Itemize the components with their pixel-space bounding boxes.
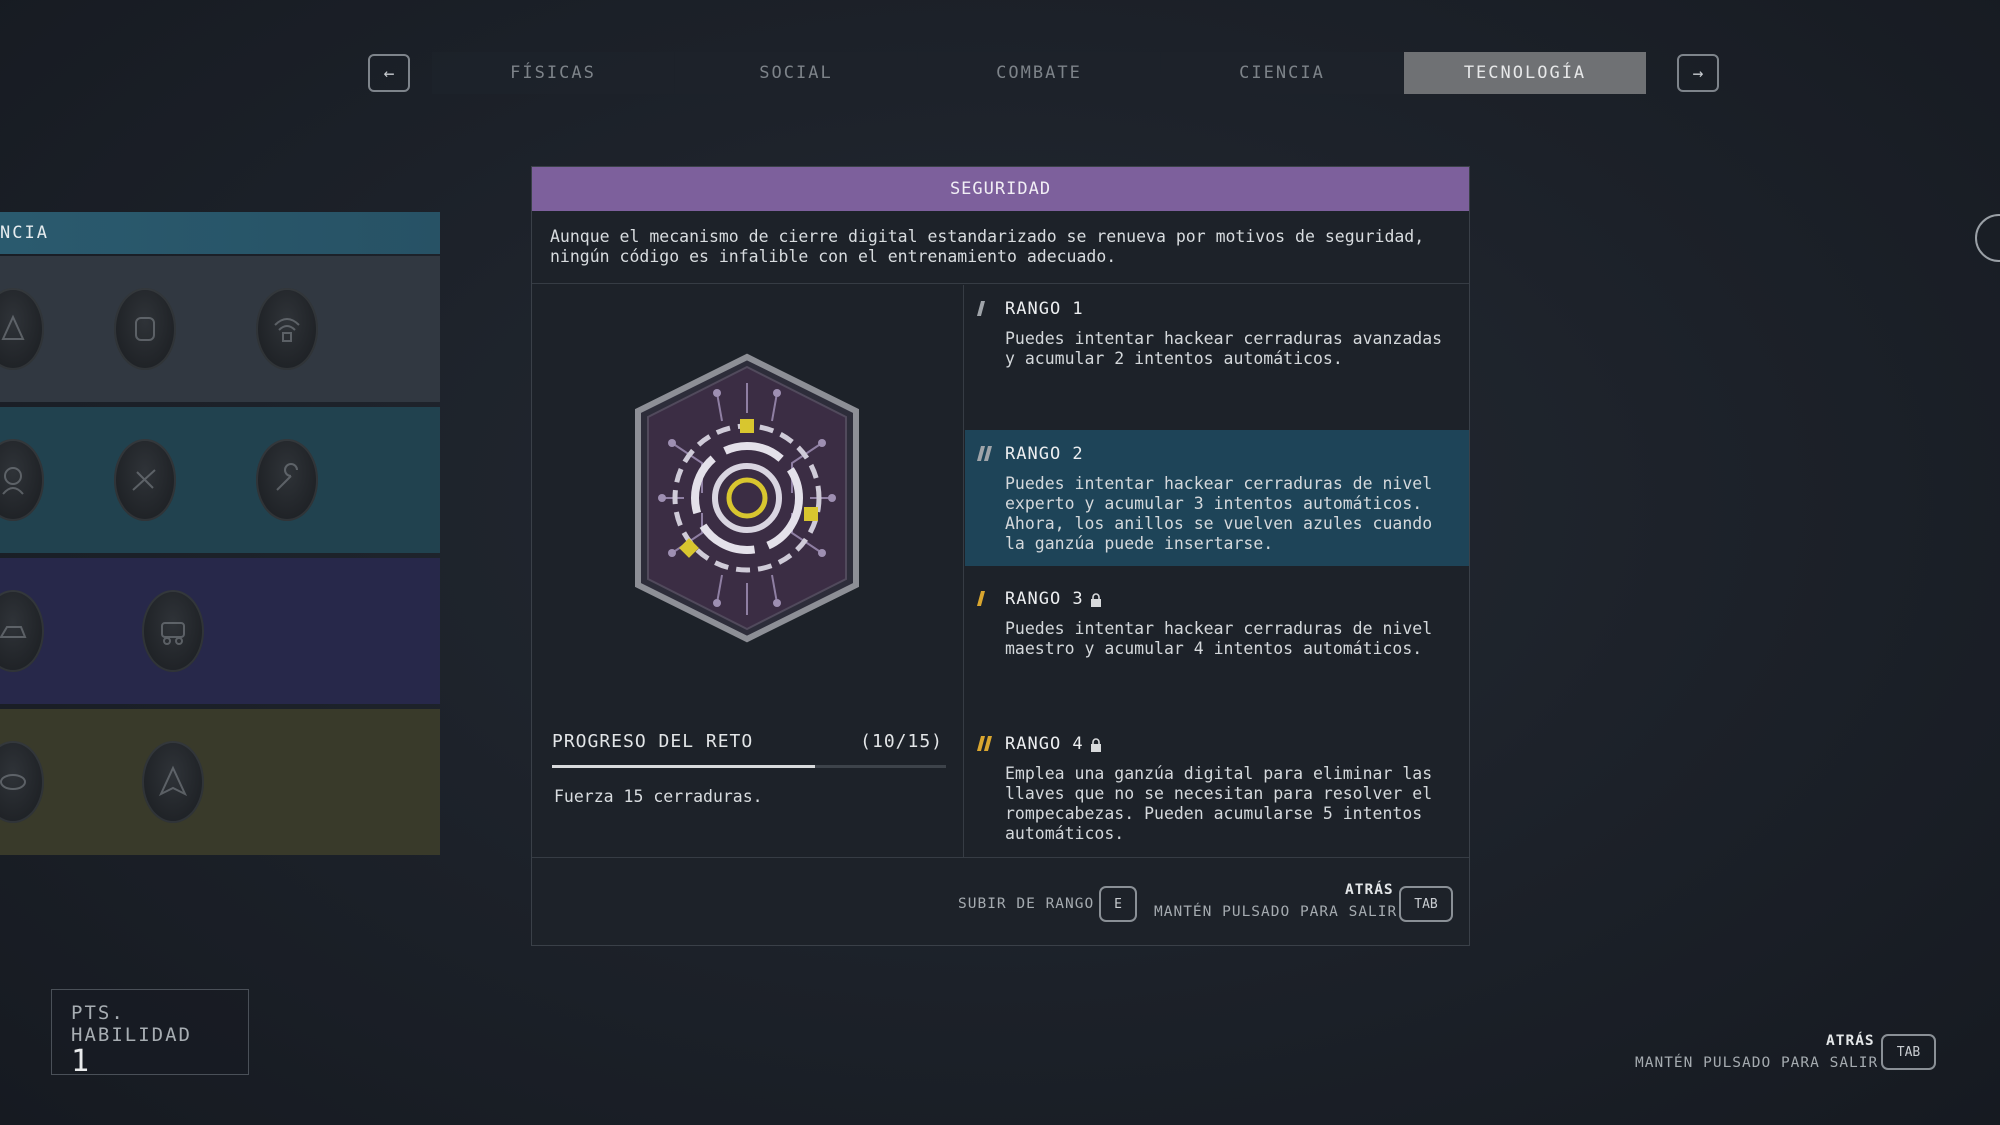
- ship-icon: [158, 765, 188, 797]
- skill-points-value: 1: [71, 1044, 90, 1079]
- skill-points-box: PTS. HABILIDAD 1: [51, 989, 249, 1079]
- skill-badge[interactable]: [256, 439, 318, 521]
- skill-points-label: PTS. HABILIDAD: [71, 1002, 192, 1046]
- helmet-icon: [135, 317, 155, 341]
- key-label: E: [1114, 896, 1122, 912]
- skill-badge[interactable]: [0, 439, 44, 521]
- challenge-count: (10/15): [860, 731, 943, 752]
- skill-title: SEGURIDAD: [949, 179, 1052, 199]
- rank-description: Emplea una ganzúa digital para eliminar …: [1005, 764, 1433, 843]
- skill-badge[interactable]: [0, 741, 44, 823]
- rank-description: Puedes intentar hackear cerraduras avanz…: [1005, 329, 1443, 368]
- rank-3-item[interactable]: RANGO 3 Puedes intentar hackear cerradur…: [965, 575, 1469, 720]
- arrow-right-icon: →: [1692, 62, 1704, 84]
- prev-category-button[interactable]: ←: [368, 54, 410, 92]
- rank-marker-icon: [976, 591, 986, 607]
- skill-badge[interactable]: [114, 288, 176, 370]
- vehicle-icon: [0, 626, 27, 638]
- tab-label: SOCIAL: [759, 63, 833, 83]
- skill-detail-panel: SEGURIDAD Aunque el mecanismo de cierre …: [531, 166, 1470, 946]
- skill-badge[interactable]: [142, 590, 204, 672]
- skill-badge[interactable]: [256, 288, 318, 370]
- global-back-key-button[interactable]: TAB: [1881, 1034, 1936, 1070]
- lock-icon: [1090, 737, 1102, 752]
- global-back-label: ATRÁS: [1826, 1033, 1875, 1049]
- back-label: ATRÁS: [1345, 882, 1394, 898]
- back-key-button[interactable]: TAB: [1399, 886, 1453, 922]
- rank-4-item[interactable]: RANGO 4 Emplea una ganzúa digital para e…: [965, 720, 1469, 865]
- rank-marker-icon: [976, 736, 993, 752]
- tab-label: COMBATE: [996, 63, 1082, 83]
- side-dial-icon: [1975, 214, 2000, 262]
- tab-label: TECNOLOGÍA: [1463, 63, 1587, 83]
- lock-icon: [1090, 592, 1102, 607]
- rank-title: RANGO 1: [1005, 299, 1084, 319]
- rank-description: Puedes intentar hackear cerraduras de ni…: [1005, 474, 1433, 553]
- skill-tree-header-label: NCIA: [0, 223, 49, 243]
- skill-badge[interactable]: [142, 741, 204, 823]
- next-category-button[interactable]: →: [1677, 54, 1719, 92]
- rank-up-key-button[interactable]: E: [1099, 886, 1137, 922]
- tab-ciencia[interactable]: CIENCIA: [1161, 52, 1403, 94]
- orbit-icon: [0, 774, 26, 790]
- rank-marker-icon: [976, 301, 986, 317]
- tab-fisicas[interactable]: FÍSICAS: [432, 52, 674, 94]
- rank-list: RANGO 1 Puedes intentar hackear cerradur…: [965, 285, 1469, 857]
- skill-tier-row: [0, 558, 440, 704]
- skill-tree-header: NCIA: [0, 212, 440, 254]
- tools-icon: [132, 469, 156, 491]
- rank-title: RANGO 3: [1005, 589, 1084, 609]
- global-hold-to-exit-label: MANTÉN PULSADO PARA SALIR: [1635, 1055, 1879, 1071]
- signal-icon: [274, 318, 300, 342]
- challenge-title: PROGRESO DEL RETO: [552, 731, 754, 752]
- challenge-progress-bar: [552, 765, 946, 768]
- arrow-left-icon: ←: [383, 62, 395, 84]
- skill-badge[interactable]: [114, 439, 176, 521]
- rover-icon: [161, 622, 185, 645]
- astronaut-icon: [2, 467, 24, 495]
- wrench-icon: [276, 463, 298, 491]
- hold-to-exit-label: MANTÉN PULSADO PARA SALIR: [1154, 904, 1398, 920]
- tab-label: FÍSICAS: [510, 63, 596, 83]
- skill-title-bar: SEGURIDAD: [532, 167, 1469, 211]
- skill-description: Aunque el mecanismo de cierre digital es…: [532, 211, 1469, 284]
- skill-badge[interactable]: [0, 288, 44, 370]
- rank-1-item[interactable]: RANGO 1 Puedes intentar hackear cerradur…: [965, 285, 1469, 430]
- skill-tier-row: [0, 256, 440, 402]
- tab-combate[interactable]: COMBATE: [918, 52, 1160, 94]
- skill-emblem-icon: [1, 314, 25, 340]
- skill-tier-row: [0, 709, 440, 855]
- rank-title: RANGO 2: [1005, 444, 1084, 464]
- rank-up-label: SUBIR DE RANGO: [958, 896, 1095, 912]
- challenge-description: Fuerza 15 cerraduras.: [554, 787, 763, 806]
- skill-badge[interactable]: [0, 590, 44, 672]
- skill-tier-row: [0, 407, 440, 553]
- security-patch-icon: [635, 353, 859, 643]
- panel-footer: SUBIR DE RANGO E ATRÁS MANTÉN PULSADO PA…: [532, 857, 1469, 945]
- rank-marker-icon: [976, 446, 993, 462]
- tab-tecnologia[interactable]: TECNOLOGÍA: [1404, 52, 1646, 94]
- skill-overview: PROGRESO DEL RETO (10/15) Fuerza 15 cerr…: [532, 285, 964, 857]
- rank-title: RANGO 4: [1005, 734, 1084, 754]
- key-label: TAB: [1414, 896, 1438, 912]
- rank-2-item[interactable]: RANGO 2 Puedes intentar hackear cerradur…: [965, 430, 1469, 566]
- tab-social[interactable]: SOCIAL: [675, 52, 917, 94]
- challenge-progress-fill: [552, 765, 815, 768]
- tab-label: CIENCIA: [1239, 63, 1325, 83]
- rank-description: Puedes intentar hackear cerraduras de ni…: [1005, 619, 1433, 658]
- key-label: TAB: [1896, 1044, 1921, 1060]
